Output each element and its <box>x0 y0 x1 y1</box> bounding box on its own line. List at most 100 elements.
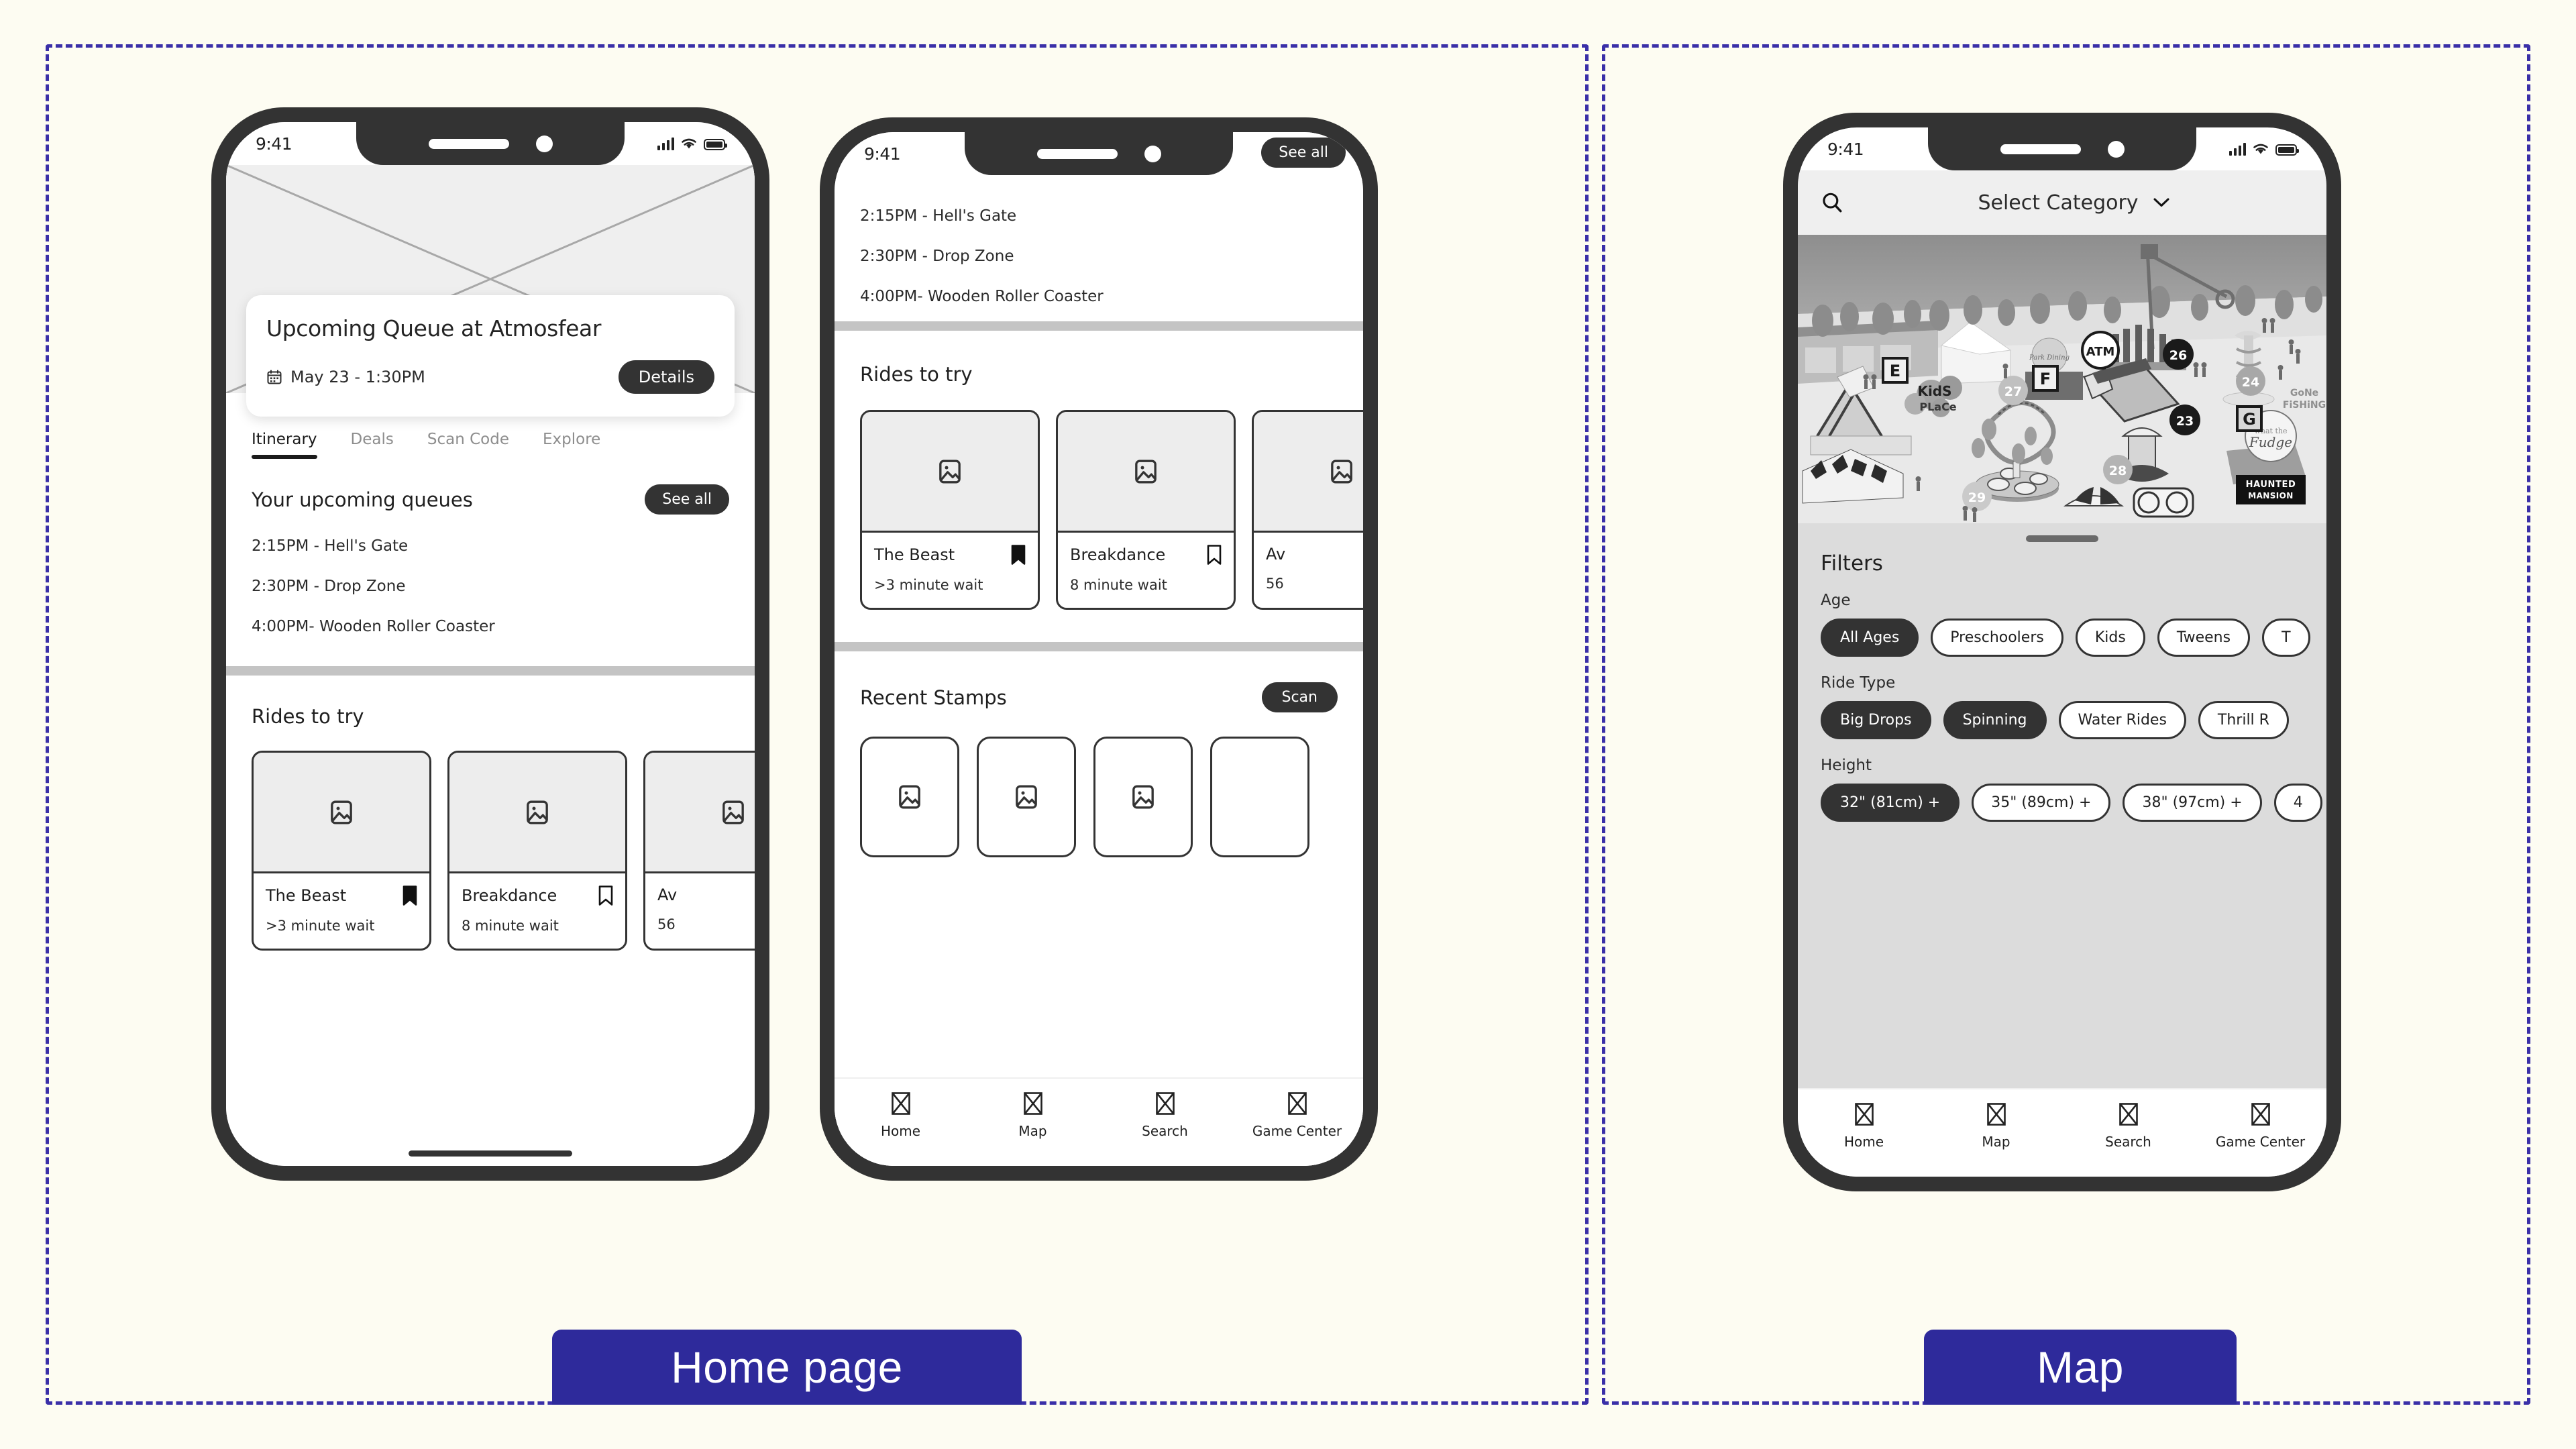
chevron-down-icon[interactable] <box>2153 198 2169 207</box>
ride-name: Av <box>657 885 678 904</box>
queue-card-row: May 23 - 1:30PM Details <box>266 360 714 394</box>
tab-scan-code[interactable]: Scan Code <box>427 431 509 459</box>
filter-chip-preschoolers[interactable]: Preschoolers <box>1931 619 2063 657</box>
tabbar-item-game-center[interactable]: Game Center <box>2210 1103 2311 1150</box>
queue-list-item[interactable]: 2:30PM - Drop Zone <box>252 578 729 595</box>
game-center-placeholder-icon <box>2251 1103 2270 1126</box>
game-center-placeholder-icon <box>1287 1092 1307 1115</box>
panel-drag-handle[interactable] <box>2026 535 2098 542</box>
svg-text:23: 23 <box>2176 414 2194 429</box>
section-divider <box>835 321 1363 331</box>
filter-chip-teens-clipped[interactable]: T <box>2262 619 2310 657</box>
upcoming-queues-header: Your upcoming queues See all <box>226 484 755 515</box>
filter-chip-all-ages[interactable]: All Ages <box>1821 619 1919 657</box>
rides-carousel[interactable]: The Beast >3 minute wait Breakdance 8 mi… <box>226 751 755 951</box>
ride-card[interactable]: Av 56 <box>1252 410 1363 610</box>
ride-card[interactable]: The Beast >3 minute wait <box>860 410 1040 610</box>
filter-chips-ride-type[interactable]: Big Drops Spinning Water Rides Thrill R <box>1798 701 2326 739</box>
ride-card[interactable]: Breakdance 8 minute wait <box>1056 410 1236 610</box>
queue-list-item[interactable]: 2:15PM - Hell's Gate <box>860 207 1338 225</box>
park-map-illustration[interactable]: HAUNTED MANSION what the Fudge GoNe FiSH… <box>1798 235 2326 523</box>
tabbar-item-map[interactable]: Map <box>983 1092 1083 1139</box>
filters-panel: Filters Age All Ages Preschoolers Kids T… <box>1798 523 2326 1088</box>
ride-name: The Beast <box>266 886 347 905</box>
queue-list-item[interactable]: 4:00PM- Wooden Roller Coaster <box>252 618 729 635</box>
filter-chips-height[interactable]: 32" (81cm) + 35" (89cm) + 38" (97cm) + 4 <box>1798 784 2326 822</box>
cellular-bars-icon <box>2229 142 2246 156</box>
filter-chip-kids[interactable]: Kids <box>2075 619 2145 657</box>
stamp-card[interactable] <box>1093 737 1193 857</box>
bookmark-filled-icon[interactable] <box>1011 545 1026 565</box>
filter-chip-thrill-rides-clipped[interactable]: Thrill R <box>2198 701 2289 739</box>
tabbar-item-search[interactable]: Search <box>2078 1103 2179 1150</box>
filter-chips-age[interactable]: All Ages Preschoolers Kids Tweens T <box>1798 619 2326 657</box>
rides-carousel[interactable]: The Beast >3 minute wait Breakdance 8 mi… <box>835 410 1363 610</box>
screenshot-canvas: Home page Map 9:41 Upcoming Queue at Atm… <box>0 0 2576 1449</box>
ride-name: Breakdance <box>462 886 557 905</box>
phone3-screen: 9:41 Select Category HAUNTED MANSION wha… <box>1798 127 2326 1177</box>
tabbar-item-search[interactable]: Search <box>1115 1092 1216 1139</box>
map-frame-label: Map <box>1924 1330 2237 1405</box>
phone1-content: Upcoming Queue at Atmosfear May 23 - 1:3… <box>226 122 755 1166</box>
ride-wait-time: >3 minute wait <box>874 577 983 593</box>
stamp-card[interactable] <box>977 737 1076 857</box>
phone2-notch <box>965 132 1233 175</box>
ride-thumbnail-placeholder <box>1058 412 1234 533</box>
tabbar-item-home[interactable]: Home <box>1814 1103 1915 1150</box>
filter-chip-height-32[interactable]: 32" (81cm) + <box>1821 784 1960 822</box>
svg-text:MANSION: MANSION <box>2248 491 2293 500</box>
filter-chip-height-38[interactable]: 38" (97cm) + <box>2123 784 2262 822</box>
filter-chip-spinning[interactable]: Spinning <box>1943 701 2047 739</box>
stamp-card[interactable] <box>1210 737 1309 857</box>
queue-list-item[interactable]: 2:30PM - Drop Zone <box>860 248 1338 265</box>
ride-name-row: The Beast <box>874 545 1026 565</box>
queue-list-item[interactable]: 2:15PM - Hell's Gate <box>252 537 729 555</box>
tabbar-label: Search <box>2105 1134 2151 1150</box>
phone2-screen: 9:41 See all 2:15PM - Hell's Gate 2:30PM… <box>835 132 1363 1166</box>
category-selector[interactable]: Select Category <box>1843 191 2304 215</box>
filter-chip-tweens[interactable]: Tweens <box>2157 619 2251 657</box>
stamp-card[interactable] <box>860 737 959 857</box>
bottom-tab-bar: Home Map Search Game Center <box>835 1077 1363 1166</box>
tab-itinerary[interactable]: Itinerary <box>252 431 317 459</box>
phone2-content: 2:15PM - Hell's Gate 2:30PM - Drop Zone … <box>835 132 1363 1166</box>
bookmark-outline-icon[interactable] <box>1207 545 1222 565</box>
image-placeholder-icon <box>1016 785 1037 809</box>
see-all-button[interactable]: See all <box>645 484 729 515</box>
ride-wait-time: >3 minute wait <box>266 918 375 934</box>
filter-chip-big-drops[interactable]: Big Drops <box>1821 701 1931 739</box>
ride-thumbnail-placeholder <box>645 753 755 873</box>
ride-name-row: Breakdance <box>462 885 613 906</box>
tab-deals[interactable]: Deals <box>351 431 394 459</box>
filter-chip-height-clipped[interactable]: 4 <box>2273 784 2322 822</box>
ride-card[interactable]: Av 56 <box>643 751 755 951</box>
tabbar-item-game-center[interactable]: Game Center <box>1247 1092 1348 1139</box>
tabbar-item-map[interactable]: Map <box>1946 1103 2047 1150</box>
filter-chip-height-35[interactable]: 35" (89cm) + <box>1972 784 2111 822</box>
ride-card[interactable]: Breakdance 8 minute wait <box>447 751 627 951</box>
filter-chip-water-rides[interactable]: Water Rides <box>2058 701 2186 739</box>
upcoming-queue-card[interactable]: Upcoming Queue at Atmosfear May 23 - 1:3… <box>246 295 735 417</box>
see-all-button[interactable]: See all <box>1261 138 1346 168</box>
tabbar-item-home[interactable]: Home <box>851 1092 951 1139</box>
scan-button[interactable]: Scan <box>1261 682 1338 712</box>
ride-name: The Beast <box>874 545 955 564</box>
search-bar[interactable]: Select Category <box>1798 170 2326 235</box>
ride-card-body: Breakdance 8 minute wait <box>1058 533 1234 608</box>
ride-wait-time: 56 <box>1266 576 1284 592</box>
details-button[interactable]: Details <box>618 360 714 394</box>
ride-card[interactable]: The Beast >3 minute wait <box>252 751 431 951</box>
svg-text:F: F <box>2040 370 2051 388</box>
bookmark-filled-icon[interactable] <box>402 885 417 906</box>
main-tabs: Itinerary Deals Scan Code Explore <box>226 431 755 459</box>
stamps-carousel[interactable] <box>835 737 1363 857</box>
phone2-scroll-area: Rides to try The Beast >3 minute wait Br… <box>835 321 1363 857</box>
tab-explore[interactable]: Explore <box>543 431 600 459</box>
search-icon[interactable] <box>1821 191 1843 214</box>
svg-text:Park Dining: Park Dining <box>2029 354 2070 362</box>
home-indicator <box>409 1150 572 1157</box>
queue-list-item[interactable]: 4:00PM- Wooden Roller Coaster <box>860 288 1338 305</box>
bookmark-outline-icon[interactable] <box>598 885 613 906</box>
phone1-screen: 9:41 Upcoming Queue at Atmosfear May 23 … <box>226 122 755 1166</box>
front-camera <box>1144 145 1161 162</box>
